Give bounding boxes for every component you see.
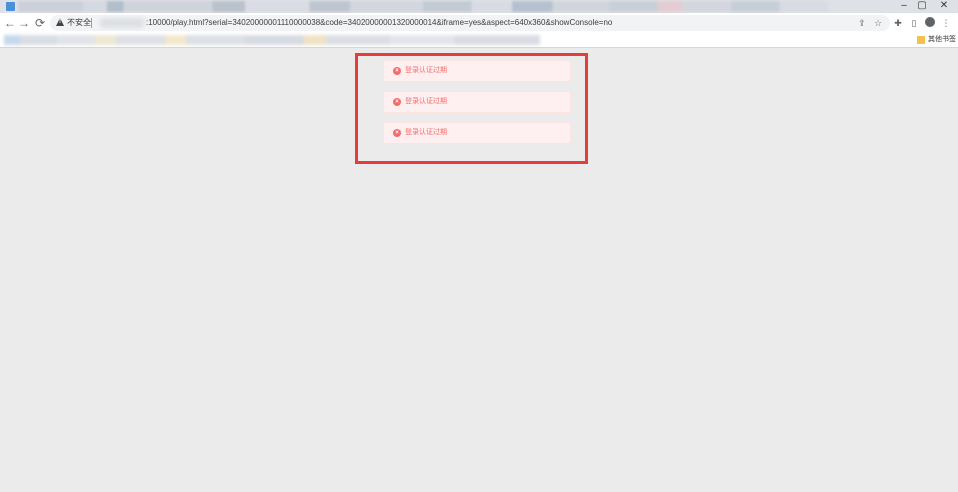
folder-icon[interactable] (917, 36, 925, 44)
highlight-box (355, 53, 588, 164)
close-button[interactable]: ✕ (935, 0, 953, 13)
security-label[interactable]: 不安全 (67, 16, 91, 30)
reload-icon[interactable]: ⟳ (32, 15, 48, 31)
side-panel-icon[interactable]: ▯ (906, 15, 922, 31)
blurred-tabs[interactable] (18, 1, 828, 12)
share-icon[interactable]: ⇪ (855, 16, 869, 30)
restore-button[interactable]: ▢ (913, 0, 931, 13)
other-bookmarks-label[interactable]: 其他书签 (928, 34, 956, 46)
separator (91, 18, 92, 28)
warning-icon[interactable] (56, 18, 64, 26)
address-bar[interactable]: 不安全 :10000/play.html?serial=340200000011… (50, 15, 890, 31)
forward-icon[interactable]: → (16, 15, 32, 31)
star-icon[interactable]: ☆ (871, 16, 885, 30)
url-text[interactable]: :10000/play.html?serial=3402000000111000… (146, 16, 612, 30)
bookmarks-bar: 其他书签 (0, 33, 958, 48)
extensions-icon[interactable]: ✚ (890, 15, 906, 31)
profile-icon[interactable] (925, 17, 935, 27)
menu-icon[interactable]: ⋮ (938, 15, 954, 31)
minimize-button[interactable]: – (895, 0, 913, 13)
tab-strip: – ▢ ✕ (0, 0, 958, 13)
tab-favicon-icon[interactable] (6, 2, 15, 11)
url-host-redacted (100, 18, 144, 28)
blurred-bookmarks[interactable] (4, 35, 540, 45)
browser-toolbar: ← → ⟳ 不安全 :10000/play.html?serial=340200… (0, 13, 958, 33)
